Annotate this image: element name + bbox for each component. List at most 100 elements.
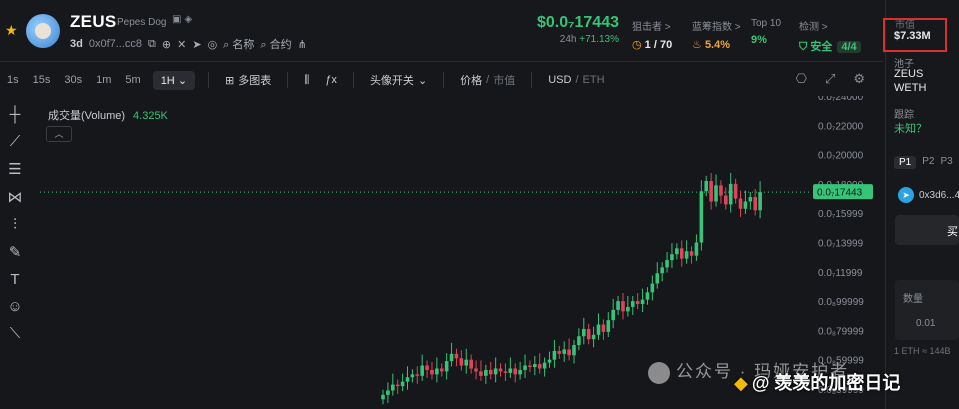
telegram-icon[interactable]: ➤: [192, 38, 201, 51]
candles-icon: ⫼: [304, 73, 310, 86]
function-icon: ƒx: [325, 74, 337, 86]
timeframe-5m[interactable]: 5m: [118, 74, 147, 86]
timeframe-15s[interactable]: 15s: [26, 74, 58, 86]
candle-body: [464, 359, 469, 366]
stat-snipers[interactable]: 狙击者 > ◷ 1 / 70: [632, 18, 672, 51]
candle-body: [601, 324, 606, 332]
candle-body: [616, 301, 620, 310]
collapse-legend-button[interactable]: ︿: [46, 126, 72, 142]
candle-body: [670, 254, 674, 261]
favorite-star-icon[interactable]: ★: [5, 22, 18, 39]
tab-p2[interactable]: P2: [922, 156, 934, 169]
pool-token-b: WETH: [894, 82, 927, 94]
candle-body: [503, 371, 508, 373]
pattern-icon[interactable]: ⋈: [8, 188, 23, 206]
candle-body: [415, 374, 420, 376]
telegram-icon: ➤: [898, 187, 914, 203]
buy-button[interactable]: 买: [895, 215, 959, 245]
tab-p1[interactable]: P1: [894, 156, 917, 169]
timeframe-30s[interactable]: 30s: [57, 74, 89, 86]
candle-body: [719, 185, 723, 196]
price-mcap-toggle[interactable]: 价格 / 市值: [452, 72, 523, 88]
crosshair-icon[interactable]: ┼: [10, 106, 21, 123]
y-tick-label: 0.0₇13999: [818, 239, 864, 250]
wallet-address[interactable]: ➤ 0x3d6...4: [898, 187, 959, 203]
emoji-icon[interactable]: ☺: [7, 298, 22, 315]
price-box: $0.0₇17443 24h +71.13%: [521, 14, 619, 45]
preset-tabs: P1 P2 P3: [894, 156, 953, 169]
eth-rate: 1 ETH ≈ 144B: [894, 346, 951, 356]
camera-icon[interactable]: ⎔: [796, 71, 807, 87]
price-change: +71.13%: [579, 34, 619, 45]
candle-body: [542, 362, 547, 369]
candle-body: [586, 328, 591, 340]
candle-body: [699, 191, 704, 243]
stat-bluechip[interactable]: 蓝筹指数 > ♨ 5.4%: [692, 18, 741, 51]
candle-body: [655, 273, 660, 284]
ruler-icon[interactable]: ⟍: [10, 325, 21, 342]
share-icon[interactable]: ⋔: [298, 38, 307, 51]
timeframe-1h[interactable]: 1H ⌄: [152, 70, 196, 90]
tag-icon[interactable]: ◈: [184, 14, 192, 25]
candle-body: [738, 198, 743, 209]
token-name: ZEUS: [70, 12, 117, 31]
y-tick-label: 0.0₇22000: [818, 121, 864, 132]
candle-body: [523, 365, 527, 370]
candle-body: [596, 324, 601, 335]
candle-body: [557, 350, 562, 354]
candle-body: [410, 374, 415, 378]
y-tick-label: 0.0₇11999: [818, 268, 863, 279]
chain-icon[interactable]: ◎: [208, 38, 218, 51]
expand-icon[interactable]: ⤢: [825, 71, 835, 87]
copy-icon[interactable]: ⧉: [148, 38, 156, 51]
mcap-highlight-box: [883, 18, 947, 52]
search-name-link[interactable]: ⌕ 名称: [223, 36, 254, 52]
quantity-label: 数量: [903, 294, 923, 305]
brush-icon[interactable]: ✎: [9, 243, 22, 261]
candle-body: [435, 368, 439, 375]
binance-icon: ◆: [734, 373, 748, 393]
multi-chart-button[interactable]: ⊞ 多图表: [217, 72, 279, 88]
card-icon[interactable]: ▣: [172, 14, 181, 25]
y-tick-label: 0.0₇15999: [818, 209, 864, 220]
currency-toggle[interactable]: USD / ETH: [540, 74, 612, 86]
candle-body: [645, 292, 650, 300]
x-twitter-icon[interactable]: ✕: [177, 38, 186, 51]
globe-icon[interactable]: ⊕: [162, 38, 171, 51]
candle-body: [552, 350, 557, 360]
search-contract-link[interactable]: ⌕ 合约: [260, 36, 291, 52]
settings-icon[interactable]: ⚙: [853, 71, 865, 87]
timeframe-1m[interactable]: 1m: [89, 74, 118, 86]
candle-body: [449, 353, 454, 362]
candle-body: [709, 180, 713, 202]
track-label: 跟踪: [894, 110, 914, 121]
candle-body: [425, 365, 429, 370]
quantity-input[interactable]: 0.01: [916, 318, 935, 329]
candle-body: [606, 320, 611, 332]
indicators-button[interactable]: ƒx: [317, 74, 345, 86]
measure-icon[interactable]: ⫶: [13, 216, 17, 233]
candle-body: [469, 359, 473, 369]
candle-body: [748, 197, 753, 202]
quantity-box: [895, 280, 959, 340]
divider: [531, 72, 533, 88]
candle-style-button[interactable]: ⫼: [296, 74, 317, 87]
candle-body: [493, 368, 498, 375]
text-icon[interactable]: T: [10, 271, 19, 288]
change-period: 24h: [559, 34, 577, 45]
candle-body: [459, 358, 464, 366]
tab-p3[interactable]: P3: [940, 156, 952, 169]
stat-security[interactable]: 检测 > ⛉ 安全 4/4: [799, 18, 861, 54]
candle-body: [508, 368, 513, 373]
candle-body: [581, 328, 586, 337]
candle-body: [386, 390, 390, 395]
trendline-icon[interactable]: ⟋: [10, 133, 21, 150]
divider: [352, 72, 354, 88]
avatar-toggle[interactable]: 头像开关 ⌄: [362, 72, 435, 88]
y-tick-label: 0.0₇24000: [818, 96, 864, 103]
horizontal-lines-icon[interactable]: ☰: [8, 160, 21, 178]
candle-body: [743, 201, 748, 209]
timeframe-1s[interactable]: 1s: [0, 74, 26, 86]
candle-body: [753, 197, 758, 211]
wechat-logo-icon: [648, 361, 670, 384]
